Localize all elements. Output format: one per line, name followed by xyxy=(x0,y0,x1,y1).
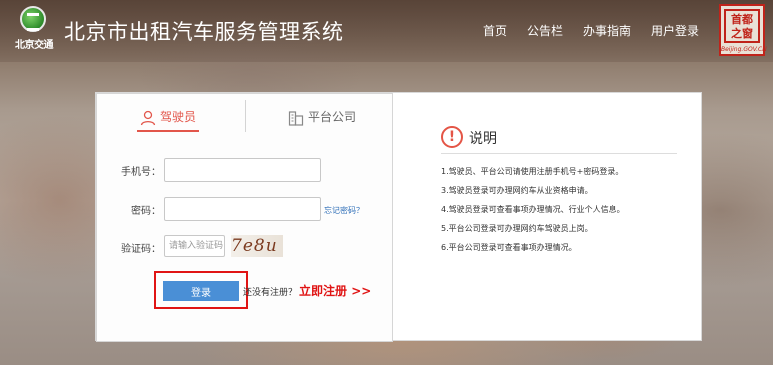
seal-text: 首都之窗 xyxy=(724,9,760,43)
tab-platform-company[interactable]: 平台公司 xyxy=(282,102,362,132)
register-now-link[interactable]: 立即注册 >> xyxy=(299,284,371,298)
login-button-highlight: 登录 xyxy=(154,271,248,309)
phone-label: 手机号： xyxy=(121,167,161,178)
help-item: 5.平台公司登录可办理网约车驾驶员上岗。 xyxy=(441,224,593,233)
tab-driver[interactable]: 驾驶员 xyxy=(137,102,199,132)
help-item: 4.驾驶员登录可查看事项办理情况、行业个人信息。 xyxy=(441,205,625,214)
exclamation-icon: ! xyxy=(441,126,463,148)
password-row: 密码： 忘记密码？ xyxy=(97,197,394,223)
login-tabs: 驾驶员 平台公司 xyxy=(97,94,394,134)
nav-notice-board[interactable]: 公告栏 xyxy=(527,22,563,39)
help-item: 1.驾驶员、平台公司请使用注册手机号+密码登录。 xyxy=(441,167,624,176)
site-header: 北京交通 北京市出租汽车服务管理系统 首页 公告栏 办事指南 用户登录 首都之窗… xyxy=(0,0,773,62)
captcha-label: 验证码： xyxy=(121,244,161,255)
nav-service-guide[interactable]: 办事指南 xyxy=(583,22,631,39)
login-panel: 驾驶员 平台公司 手机号： 密码： 忘记密码？ 验证码： 请输入验证码 7e8u… xyxy=(95,92,702,342)
user-icon xyxy=(140,110,156,125)
register-prompt: 还没有注册？ 立即注册 >> xyxy=(243,282,371,299)
phone-row: 手机号： xyxy=(97,158,394,184)
help-header: ! 说明 xyxy=(441,126,677,154)
captcha-row: 验证码： 7e8u xyxy=(97,235,394,261)
building-icon xyxy=(288,110,304,126)
capital-window-seal-logo[interactable]: 首都之窗 Beijing.GOV.CN xyxy=(719,4,767,56)
login-button[interactable]: 登录 xyxy=(163,281,239,301)
tab-divider xyxy=(245,100,246,132)
nav-user-login[interactable]: 用户登录 xyxy=(651,22,699,39)
password-label: 密码： xyxy=(131,206,161,217)
help-item: 3.驾驶员登录可办理网约车从业资格申请。 xyxy=(441,186,593,195)
seal-subtext: Beijing.GOV.CN xyxy=(721,46,767,53)
captcha-input[interactable] xyxy=(164,235,225,257)
help-list: 1.驾驶员、平台公司请使用注册手机号+密码登录。 3.驾驶员登录可办理网约车从业… xyxy=(441,165,625,260)
forgot-password-link[interactable]: 忘记密码？ xyxy=(324,205,364,216)
tab-driver-label: 驾驶员 xyxy=(159,110,196,124)
phone-input[interactable] xyxy=(164,158,321,182)
logo-emblem-icon xyxy=(20,6,46,32)
captcha-image[interactable]: 7e8u xyxy=(231,235,283,257)
nav-home[interactable]: 首页 xyxy=(483,22,507,39)
tab-company-label: 平台公司 xyxy=(307,110,356,124)
help-title: 说明 xyxy=(469,131,497,147)
no-account-text: 还没有注册？ xyxy=(243,288,298,298)
site-title: 北京市出租汽车服务管理系统 xyxy=(64,20,344,44)
beijing-transport-logo[interactable]: 北京交通 xyxy=(8,6,58,52)
login-form: 驾驶员 平台公司 手机号： 密码： 忘记密码？ 验证码： 请输入验证码 7e8u… xyxy=(96,93,393,342)
main-nav: 首页 公告栏 办事指南 用户登录 xyxy=(483,22,699,39)
password-input[interactable] xyxy=(164,197,321,221)
logo-text: 北京交通 xyxy=(15,40,54,51)
help-item: 6.平台公司登录可查看事项办理情况。 xyxy=(441,243,577,252)
